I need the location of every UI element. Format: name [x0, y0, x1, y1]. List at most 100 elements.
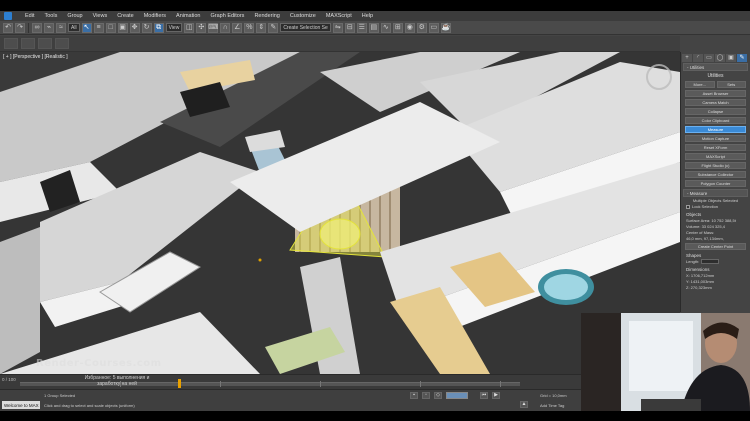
dimension-z-value: Z: 270,323mm: [686, 285, 712, 290]
selection-filter-dropdown[interactable]: All: [68, 23, 80, 32]
select-scale-icon[interactable]: ⧉: [153, 22, 164, 33]
menu-animation[interactable]: Animation: [171, 13, 205, 19]
command-panel: + ◜ ▭ ◯ ▣ ✎ - Utilities Utilities More..…: [680, 52, 750, 312]
mirror-icon[interactable]: ⇋: [332, 22, 343, 33]
transform-type-in[interactable]: [446, 392, 468, 399]
hierarchy-tab-icon[interactable]: ▭: [704, 54, 714, 62]
spinner-snap-icon[interactable]: ⇕: [256, 22, 267, 33]
angle-snap-icon[interactable]: ∠: [232, 22, 243, 33]
menu-customize[interactable]: Customize: [285, 13, 321, 19]
utilities-rollout-header[interactable]: - Utilities: [683, 63, 748, 71]
title-bar: [0, 0, 750, 11]
modify-tab-icon[interactable]: ◜: [693, 54, 703, 62]
polygon-counter-button[interactable]: Polygon Counter: [685, 180, 746, 187]
ribbon-button[interactable]: [4, 38, 18, 49]
dimension-y-value: Y: 1431,003mm: [686, 279, 715, 284]
menu-create[interactable]: Create: [112, 13, 139, 19]
menu-group[interactable]: Group: [62, 13, 87, 19]
menu-views[interactable]: Views: [88, 13, 113, 19]
collapse-button[interactable]: Collapse: [685, 108, 746, 115]
timeline[interactable]: 0 / 100 Избранное: 5 выполнения и зарабо…: [0, 374, 581, 389]
menu-modifiers[interactable]: Modifiers: [139, 13, 171, 19]
toolbar-divider: [28, 22, 29, 33]
volume-value: Volume: 33 024 325,4: [686, 224, 725, 229]
select-move-icon[interactable]: ✥: [129, 22, 140, 33]
select-object-icon[interactable]: ↖: [81, 22, 92, 33]
flight-studio-button[interactable]: Flight Studio (c): [685, 162, 746, 169]
motion-capture-button[interactable]: Motion Capture: [685, 135, 746, 142]
menu-bar: Edit Tools Group Views Create Modifiers …: [0, 11, 750, 21]
perspective-viewport[interactable]: [ + ] [Perspective ] [Realistic ] Render…: [0, 52, 680, 374]
snaps-toggle-icon[interactable]: ∩: [220, 22, 231, 33]
curve-editor-icon[interactable]: ∿: [380, 22, 391, 33]
viewport-label[interactable]: [ + ] [Perspective ] [Realistic ]: [3, 54, 68, 60]
app-logo-icon[interactable]: [4, 12, 12, 20]
create-tab-icon[interactable]: +: [682, 54, 692, 62]
utilities-tab-icon[interactable]: ✎: [737, 54, 747, 62]
unlink-icon[interactable]: ⌁: [44, 22, 54, 33]
select-by-name-icon[interactable]: ≡: [93, 22, 104, 33]
select-manipulate-icon[interactable]: ✣: [196, 22, 207, 33]
play-icon[interactable]: ▶: [492, 392, 500, 399]
graphite-toggle-icon[interactable]: ▤: [368, 22, 379, 33]
add-time-tag[interactable]: Add Time Tag: [540, 403, 564, 408]
substance-collector-button[interactable]: Substance Collector: [685, 171, 746, 178]
lock-selection-checkbox[interactable]: Lock Selection: [686, 204, 745, 209]
menu-rendering[interactable]: Rendering: [249, 13, 284, 19]
window-crossing-icon[interactable]: ▣: [117, 22, 128, 33]
camera-match-button[interactable]: Camera Match: [685, 99, 746, 106]
schematic-view-icon[interactable]: ⊞: [392, 22, 403, 33]
menu-edit[interactable]: Edit: [20, 13, 39, 19]
undo-icon[interactable]: ↶: [3, 22, 13, 33]
menu-help[interactable]: Help: [357, 13, 378, 19]
time-tag-icon[interactable]: ▲: [520, 401, 528, 408]
measure-button[interactable]: Measure: [685, 126, 746, 133]
rendered-frame-icon[interactable]: ▭: [428, 22, 439, 33]
bind-spacewarp-icon[interactable]: ≈: [56, 22, 66, 33]
sets-button[interactable]: Sets: [716, 81, 746, 88]
create-center-point-button[interactable]: Create Center Point: [685, 243, 746, 250]
checkbox-box[interactable]: [686, 204, 690, 209]
ribbon-button[interactable]: [38, 38, 52, 49]
ribbon-button[interactable]: [21, 38, 35, 49]
menu-tools[interactable]: Tools: [39, 13, 62, 19]
material-editor-icon[interactable]: ◉: [404, 22, 415, 33]
reference-coord-dropdown[interactable]: View: [165, 23, 183, 32]
render-production-icon[interactable]: ☕: [440, 22, 451, 33]
pivot-center-icon[interactable]: ◫: [184, 22, 195, 33]
render-setup-icon[interactable]: ⚙: [416, 22, 427, 33]
ribbon-button[interactable]: [55, 38, 69, 49]
named-selection-dropdown[interactable]: Create Selection Se: [280, 23, 331, 32]
lock-icon[interactable]: ▪: [410, 392, 418, 399]
time-position: 0 / 100: [2, 377, 16, 382]
rect-selection-icon[interactable]: □: [105, 22, 116, 33]
bottom-bar: [0, 411, 750, 421]
go-to-start-icon[interactable]: ⏮: [480, 392, 488, 399]
main-toolbar: ↶ ↷ ∞ ⌁ ≈ All ↖ ≡ □ ▣ ✥ ↻ ⧉ View ◫ ✣ ⌨ ∩…: [0, 21, 750, 35]
percent-snap-icon[interactable]: %: [244, 22, 255, 33]
asset-browser-button[interactable]: Asset Browser: [685, 90, 746, 97]
link-icon[interactable]: ∞: [32, 22, 42, 33]
time-slider-handle[interactable]: [178, 379, 181, 388]
menu-maxscript[interactable]: MAXScript: [321, 13, 357, 19]
maxscript-listener-field[interactable]: Welcome to MAX: [2, 401, 40, 409]
motion-tab-icon[interactable]: ◯: [715, 54, 725, 62]
objects-group-label: Objects: [686, 212, 702, 217]
viewcube-icon[interactable]: [646, 64, 672, 90]
key-mode-icon[interactable]: ◇: [434, 392, 442, 399]
reset-xform-button[interactable]: Reset XForm: [685, 144, 746, 151]
layer-manager-icon[interactable]: ☰: [356, 22, 367, 33]
absolute-mode-icon[interactable]: ▫: [422, 392, 430, 399]
select-rotate-icon[interactable]: ↻: [141, 22, 152, 33]
length-field: [701, 259, 720, 264]
redo-icon[interactable]: ↷: [15, 22, 25, 33]
display-tab-icon[interactable]: ▣: [726, 54, 736, 62]
measure-rollout-header[interactable]: - Measure: [683, 189, 748, 197]
align-icon[interactable]: ⊟: [344, 22, 355, 33]
more-button[interactable]: More...: [685, 81, 715, 88]
menu-graph-editors[interactable]: Graph Editors: [206, 13, 250, 19]
maxscript-button[interactable]: MAXScript: [685, 153, 746, 160]
edit-named-selection-icon[interactable]: ✎: [268, 22, 279, 33]
color-clipboard-button[interactable]: Color Clipboard: [685, 117, 746, 124]
keyboard-shortcut-icon[interactable]: ⌨: [208, 22, 218, 33]
